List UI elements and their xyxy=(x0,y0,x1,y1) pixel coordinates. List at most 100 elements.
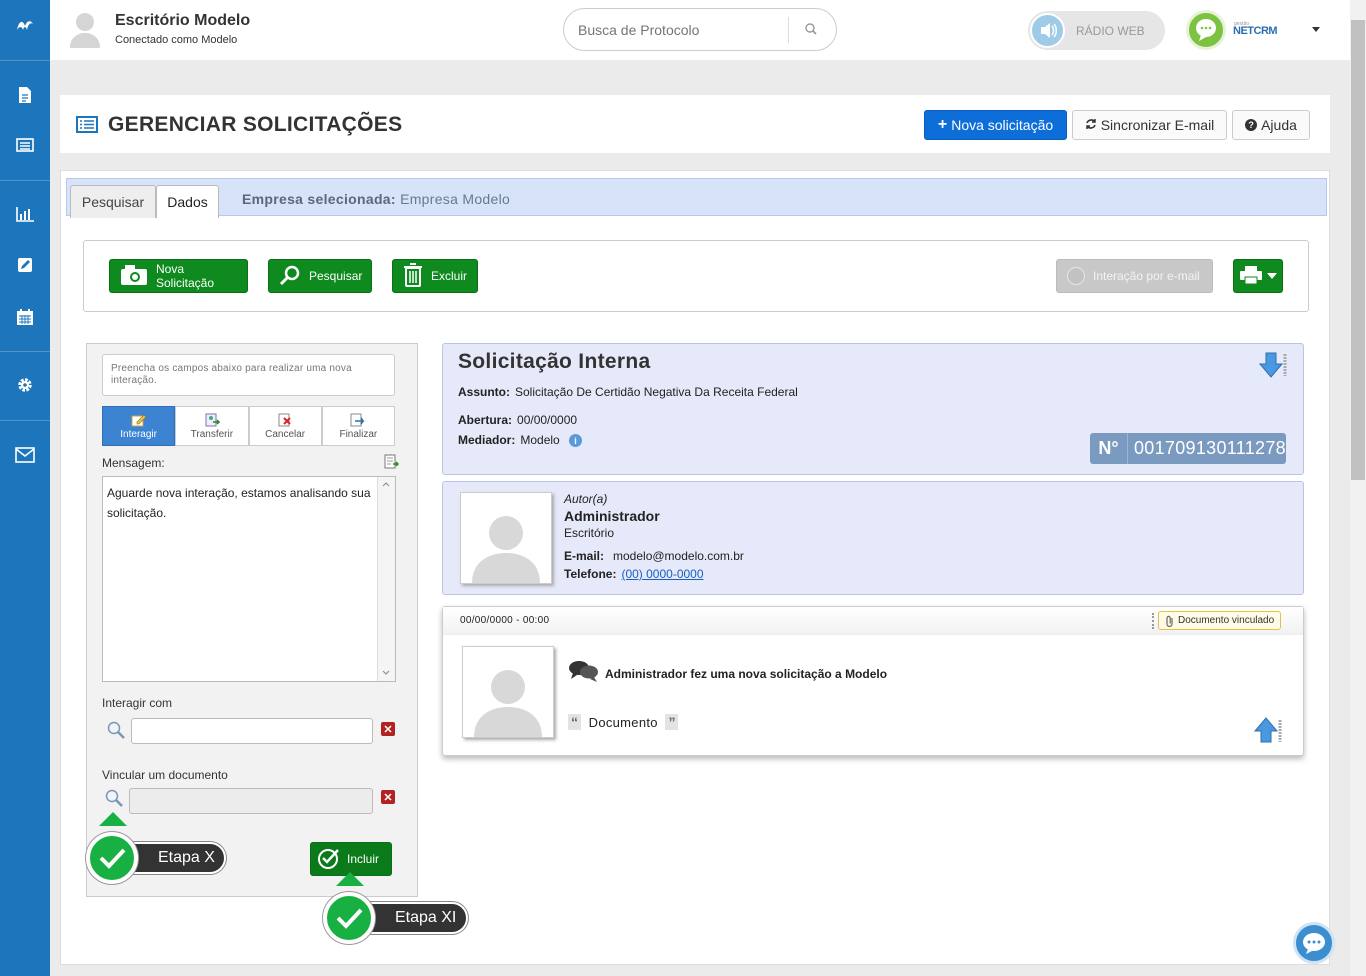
upload-arrow-icon[interactable] xyxy=(1253,717,1283,748)
mediator-label: Mediador: xyxy=(458,433,516,447)
chevron-down-icon xyxy=(1267,273,1277,279)
delete-button[interactable]: Excluir xyxy=(392,259,478,293)
protocol-search-input[interactable] xyxy=(578,20,778,40)
callout-pointer xyxy=(99,812,127,826)
download-arrow-icon[interactable] xyxy=(1258,352,1289,383)
magnifier-icon xyxy=(279,264,301,289)
brand-name: NETCRM xyxy=(1233,25,1278,37)
interaction-text: Administrador fez uma nova solicitação a… xyxy=(605,667,888,681)
tab-interact[interactable]: Interagir xyxy=(102,406,176,446)
interact-with-input[interactable] xyxy=(131,718,373,744)
live-chat-icon[interactable] xyxy=(1293,922,1335,964)
interaction-form: Preencha os campos abaixo para realizar … xyxy=(86,343,418,897)
delete-label: Excluir xyxy=(431,269,468,283)
email-interaction-toggle[interactable]: Interação por e-mail xyxy=(1056,259,1213,293)
tab-interact-label: Interagir xyxy=(120,428,157,440)
info-icon[interactable]: i xyxy=(569,434,583,448)
interaction-card: 00/00/0000 - 00:00 Documento vinculado A… xyxy=(442,606,1304,756)
tab-finish[interactable]: Finalizar xyxy=(321,406,395,446)
include-button[interactable]: Incluir xyxy=(310,842,392,876)
link-document-label: Vincular um documento xyxy=(102,768,228,782)
radio-web-label: RÁDIO WEB xyxy=(1076,24,1145,38)
question-icon: ? xyxy=(1245,119,1258,131)
tab-search[interactable]: Pesquisar xyxy=(70,185,156,218)
subject-value: Solicitação De Certidão Negativa Da Rece… xyxy=(515,385,798,399)
document-quote[interactable]: “ Documento ” xyxy=(568,714,679,730)
tab-data[interactable]: Dados xyxy=(156,185,219,218)
document-icon[interactable] xyxy=(0,78,50,112)
radio-web-button[interactable]: RÁDIO WEB xyxy=(1028,11,1165,50)
tab-transfer[interactable]: Transferir xyxy=(175,406,249,446)
transfer-icon xyxy=(205,413,220,426)
finish-doc-icon xyxy=(350,413,365,426)
subject-label: Assunto: xyxy=(458,385,510,399)
step-xi-check-icon xyxy=(323,892,375,944)
printer-icon xyxy=(1239,265,1263,288)
user-menu-chevron-down-icon[interactable] xyxy=(1312,27,1320,32)
linked-document-badge[interactable]: Documento vinculado xyxy=(1158,611,1282,630)
protocol-search xyxy=(563,8,837,51)
template-icon[interactable] xyxy=(383,454,400,475)
user-avatar[interactable] xyxy=(68,10,102,48)
tab-finish-label: Finalizar xyxy=(339,428,378,440)
clear-interact-with-close-icon[interactable]: ✕ xyxy=(381,722,395,736)
new-solicitation-button[interactable]: Nova Solicitação xyxy=(109,259,248,293)
message-label: Mensagem: xyxy=(102,456,165,470)
chart-icon[interactable] xyxy=(0,197,50,231)
app-logo-icon[interactable] xyxy=(0,8,50,44)
interaction-header: 00/00/0000 - 00:00 Documento vinculado xyxy=(443,607,1303,635)
new-request-button[interactable]: + Nova solicitação xyxy=(924,110,1067,140)
protocol-number-badge: N° 001709130111278 xyxy=(1090,433,1286,464)
author-name: Administrador xyxy=(564,508,660,524)
list-icon[interactable] xyxy=(0,128,50,162)
subject: Assunto: Solicitação De Certidão Negativa… xyxy=(458,385,798,399)
search-icon[interactable] xyxy=(804,22,818,41)
message-textarea[interactable]: Aguarde nova interação, estamos analisan… xyxy=(102,476,396,682)
opened-date: Abertura: 00/00/0000 xyxy=(458,413,577,427)
edit-icon[interactable] xyxy=(0,248,50,282)
gear-icon[interactable] xyxy=(0,368,50,402)
help-button[interactable]: ? Ajuda xyxy=(1232,110,1310,140)
author-card: Autor(a) Administrador Escritório E-mail… xyxy=(442,481,1304,595)
link-document-input[interactable] xyxy=(129,788,373,814)
message-scrollbar[interactable] xyxy=(377,477,395,681)
protocol-number: 001709130111278 xyxy=(1134,438,1286,458)
separator xyxy=(1152,613,1154,629)
mail-icon[interactable] xyxy=(0,438,50,472)
refresh-icon xyxy=(1085,117,1097,133)
phone-link[interactable]: (00) 0000-0000 xyxy=(621,567,703,581)
message-text: Aguarde nova interação, estamos analisan… xyxy=(107,486,371,520)
form-hint: Preencha os campos abaixo para realizar … xyxy=(102,354,395,396)
new-document-icon xyxy=(120,264,148,289)
mediator: Mediador: Modelo i xyxy=(458,433,583,448)
opened-label: Abertura: xyxy=(458,413,513,427)
sync-email-button[interactable]: Sincronizar E-mail xyxy=(1072,110,1227,140)
opened-value: 00/00/0000 xyxy=(517,413,578,427)
open-quote-icon: “ xyxy=(568,714,581,730)
page-scrollbar-thumb[interactable] xyxy=(1351,20,1365,480)
new-request-label: Nova solicitação xyxy=(951,117,1054,133)
action-toolbar: Nova Solicitação Pesquisar Excluir Inter… xyxy=(83,240,1309,312)
toggle-circle-icon xyxy=(1067,267,1085,285)
document-name: Documento xyxy=(588,715,658,730)
main-panel: Pesquisar Dados Empresa selecionada: Emp… xyxy=(60,170,1330,965)
chat-bubbles-icon xyxy=(568,659,600,688)
connected-as: Conectado como Modelo xyxy=(115,34,238,46)
author-phone: Telefone: (00) 0000-0000 xyxy=(564,567,704,581)
calendar-icon[interactable] xyxy=(0,300,50,334)
print-dropdown-button[interactable] xyxy=(1233,259,1283,293)
sidebar xyxy=(0,0,50,976)
interact-with-search-icon[interactable] xyxy=(106,720,126,745)
protocol-label: N° xyxy=(1090,433,1128,464)
author-avatar xyxy=(460,492,552,584)
link-document-search-icon[interactable] xyxy=(104,788,124,813)
search-button[interactable]: Pesquisar xyxy=(268,259,372,293)
action-tabs: Interagir Transferir Cancelar Finalizar xyxy=(102,406,395,446)
clear-link-document-close-icon[interactable]: ✕ xyxy=(381,790,395,804)
chat-logo-icon xyxy=(1186,10,1226,50)
selected-company: Empresa selecionada: Empresa Modelo xyxy=(242,191,510,207)
paperclip-icon xyxy=(1166,615,1173,627)
author-org: Escritório xyxy=(564,526,615,540)
trash-icon xyxy=(403,262,423,290)
tab-cancel[interactable]: Cancelar xyxy=(248,406,322,446)
